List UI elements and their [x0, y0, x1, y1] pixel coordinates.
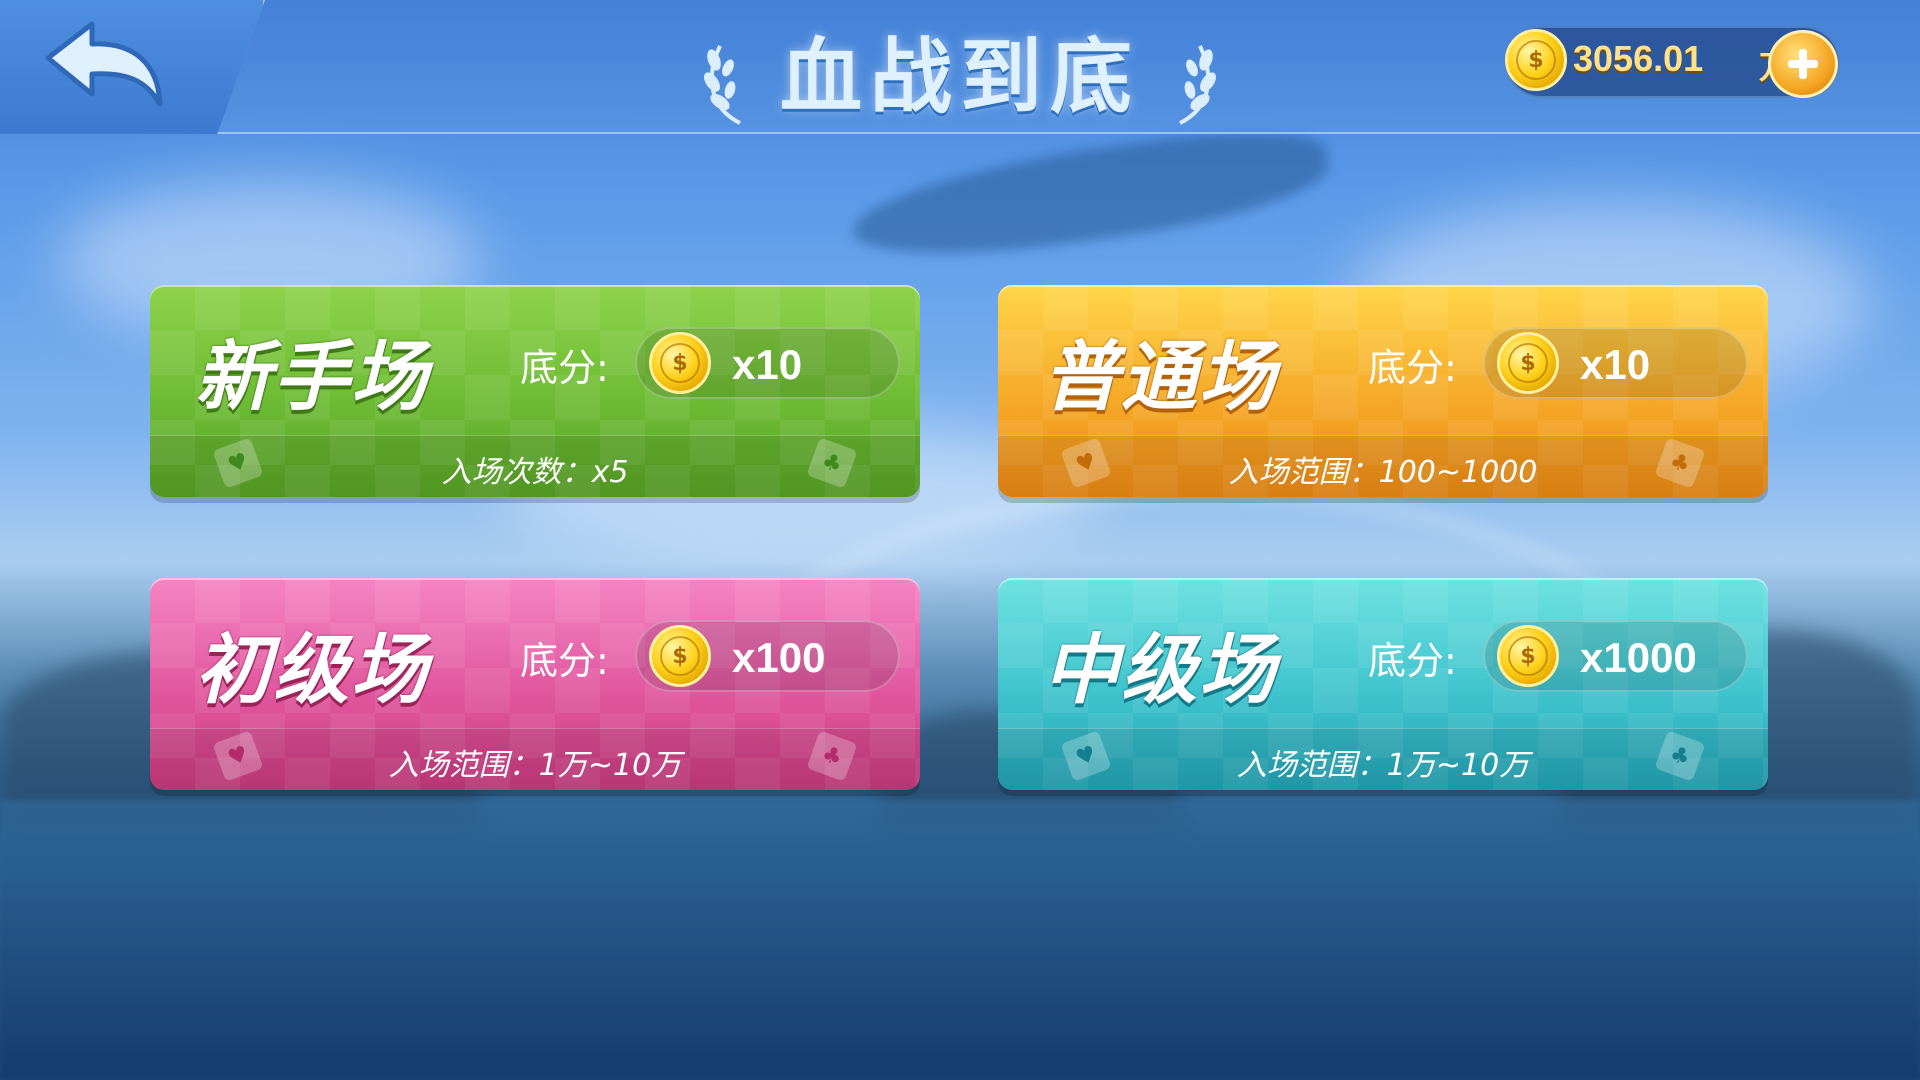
- base-score-value: x10: [732, 341, 803, 388]
- base-score-pill: $ x100: [635, 620, 900, 692]
- gold-coin-icon: $: [649, 625, 711, 687]
- title-area: 血战到底: [700, 14, 1220, 125]
- room-name: 中级场: [1043, 625, 1277, 714]
- coin-balance-value: 3056.01: [1573, 38, 1704, 79]
- room-name: 新手场: [195, 332, 429, 421]
- gold-coin-icon: $: [1497, 625, 1559, 687]
- page-title: 血战到底: [779, 29, 1140, 125]
- room-name: 普通场: [1043, 332, 1277, 421]
- back-arrow-icon: [45, 21, 163, 107]
- room-card-junior[interactable]: 初级场 底分: $ x100 ♥ 入场范围：1万~10万 ♣: [150, 578, 920, 790]
- whale-silhouette: [846, 117, 1334, 273]
- gold-coin-icon: $: [649, 332, 711, 394]
- base-score-label: 底分:: [1368, 346, 1457, 390]
- base-score-value: x1000: [1580, 634, 1697, 681]
- room-card-intermediate[interactable]: 中级场 底分: $ x1000 ♥ 入场范围：1万~10万 ♣: [998, 578, 1768, 790]
- room-entry-info: 入场次数：x5: [441, 455, 629, 490]
- room-name: 初级场: [195, 625, 429, 714]
- base-score-value: x100: [732, 634, 826, 681]
- base-score-label: 底分:: [520, 639, 609, 683]
- back-button[interactable]: [40, 18, 170, 118]
- base-score-pill: $ x10: [635, 327, 900, 399]
- room-card-normal[interactable]: 普通场 底分: $ x10 ♥ 入场范围：100~1000 ♣: [998, 285, 1768, 497]
- base-score-value: x10: [1580, 341, 1651, 388]
- gold-coin-icon: $: [1497, 332, 1559, 394]
- gold-coin-icon: $: [1505, 29, 1567, 91]
- add-coins-button[interactable]: [1768, 30, 1838, 98]
- room-entry-info: 入场范围：1万~10万: [1236, 748, 1530, 783]
- room-entry-info: 入场范围：1万~10万: [388, 748, 682, 783]
- base-score-pill: $ x10: [1483, 327, 1748, 399]
- base-score-label: 底分:: [520, 346, 609, 390]
- plus-icon: [1788, 49, 1818, 79]
- room-card-beginner[interactable]: 新手场 底分: $ x10 ♥ 入场次数：x5 ♣: [150, 285, 920, 497]
- water: [0, 800, 1920, 1080]
- laurel-icon: [704, 45, 741, 125]
- base-score-pill: $ x1000: [1483, 620, 1748, 692]
- base-score-label: 底分:: [1368, 639, 1457, 683]
- room-entry-info: 入场范围：100~1000: [1228, 455, 1538, 490]
- laurel-icon: [1179, 45, 1216, 125]
- background-scenery: [0, 0, 1920, 1080]
